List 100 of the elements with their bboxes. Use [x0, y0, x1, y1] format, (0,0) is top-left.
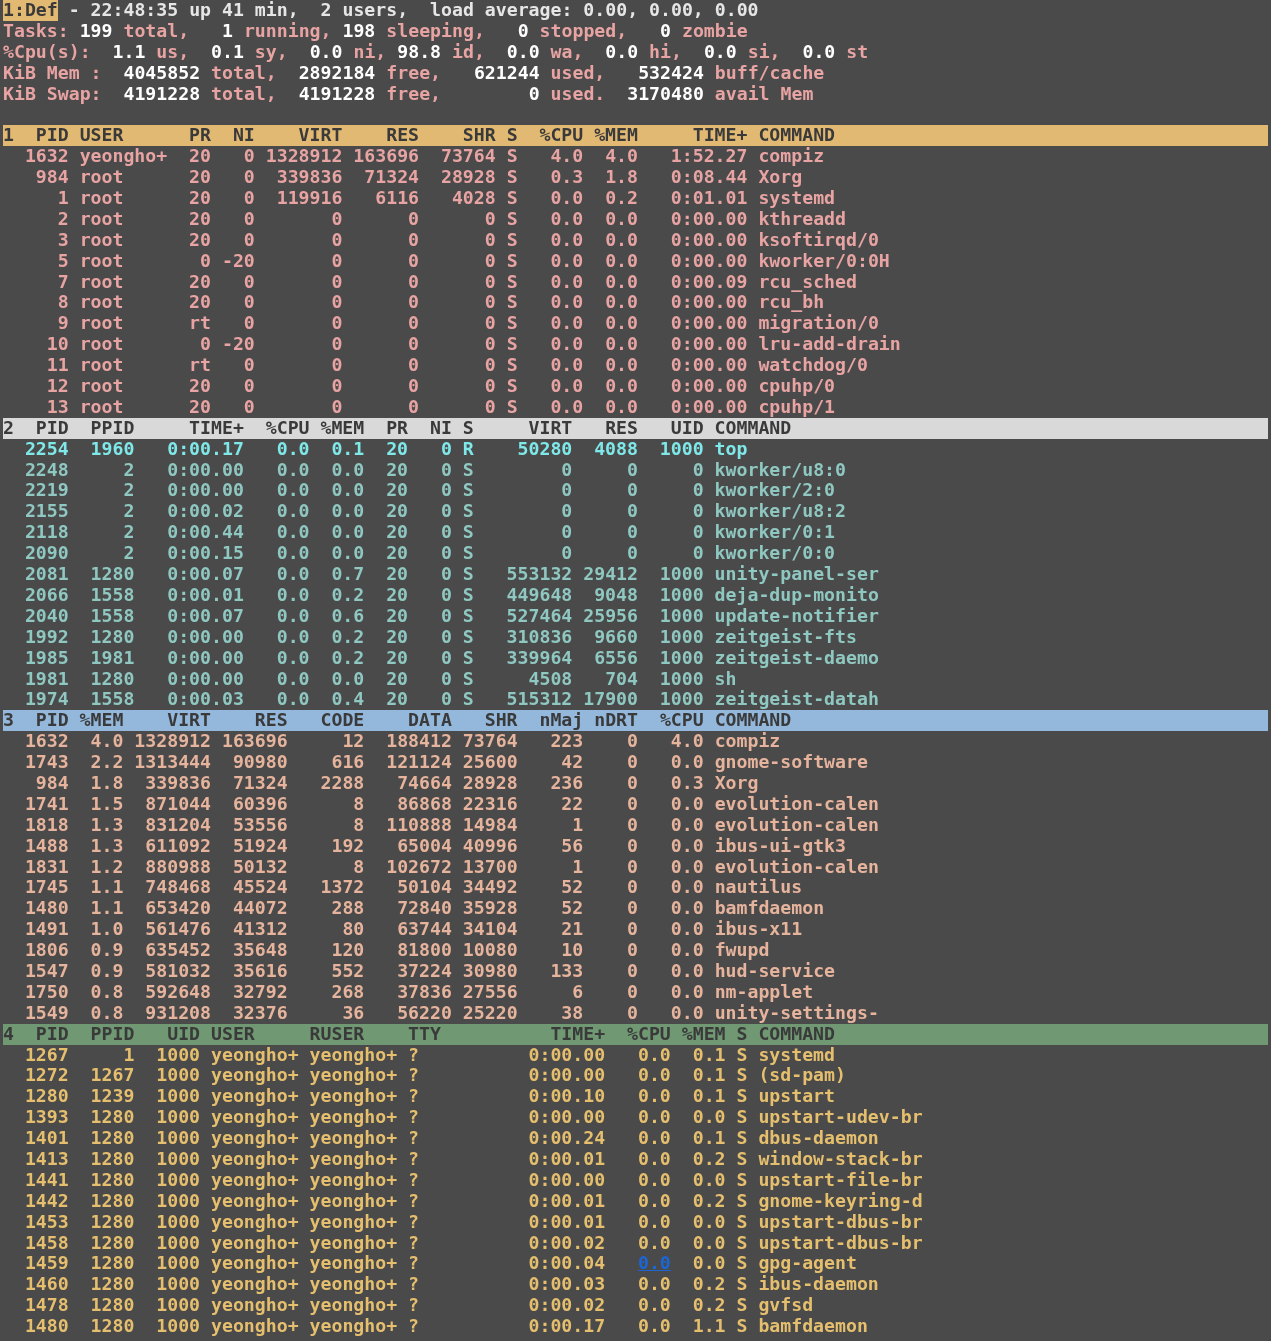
- table-cell-text: 20: [385, 480, 409, 502]
- table-cell-text: ?: [408, 1086, 420, 1108]
- table-cell: yeongho+: [211, 1107, 299, 1129]
- column-header: PR: [188, 125, 211, 147]
- table-cell-text: 0: [407, 208, 420, 230]
- column-header: PPID: [89, 417, 135, 439]
- table-cell-text: 0.0: [549, 188, 584, 209]
- table-cell-text: root: [79, 167, 125, 189]
- table-cell-text: 0: [691, 459, 704, 481]
- table-cell: S: [736, 1211, 748, 1233]
- window-label: 1:Def: [3, 0, 58, 21]
- table-cell-text: 0: [439, 626, 452, 648]
- table-cell-text: 0.0: [275, 543, 310, 565]
- table-cell-text: 20: [385, 522, 409, 544]
- summary-line: Tasks: 199 total, 1 running, 198 sleeping, 0 stopped, 0 zombie: [3, 20, 748, 42]
- table-cell: 1745: [24, 877, 69, 899]
- table-cell-text: 8: [352, 793, 365, 815]
- table-cell-text: 0.0: [275, 584, 310, 606]
- table-cell-text: 1981: [89, 647, 135, 669]
- table-cell: S: [506, 229, 518, 251]
- table-cell-text: 0: [626, 731, 638, 753]
- table-cell-text: 1280: [89, 1232, 135, 1254]
- table-cell-text: 0: [242, 355, 255, 377]
- table-cell-text: 0: [626, 877, 638, 899]
- table-cell-text: 0: [626, 919, 638, 941]
- table-cell-text: 0:00.02: [166, 501, 244, 523]
- table-cell-text: 0.0: [275, 689, 310, 711]
- table-cell: 2066: [24, 584, 69, 606]
- table-cell-text: 616: [330, 752, 365, 773]
- table-cell: Xorg: [758, 167, 803, 189]
- table-cell-text: 1313444: [133, 752, 211, 773]
- table-cell-text: 1328912: [133, 731, 211, 753]
- table-cell: S: [736, 1253, 748, 1275]
- table-cell: 1549: [24, 1002, 69, 1024]
- table-cell: gpg-agent: [758, 1253, 857, 1275]
- column-header: NI: [231, 125, 255, 147]
- table-cell-text: 1000: [658, 689, 704, 711]
- column-header: USER: [79, 125, 125, 147]
- table-cell-text: 0.0: [691, 1169, 726, 1191]
- table-cell-text: 0:00.00: [669, 376, 748, 397]
- table-cell: S: [736, 1128, 748, 1149]
- table-cell-text: 0.0: [669, 793, 704, 815]
- table-cell-text: 20: [385, 501, 409, 523]
- table-cell: 1460: [24, 1274, 69, 1296]
- table-cell: S: [506, 313, 518, 335]
- table-cell-text: 0: [330, 229, 343, 251]
- table-cell: yeongho+: [309, 1232, 398, 1254]
- table-cell-text: 0.2: [691, 1295, 726, 1317]
- table-cell-text: 12: [45, 376, 69, 397]
- table-cell-text: root: [79, 271, 125, 293]
- table-cell-text: 0.0: [549, 376, 584, 397]
- table-cell-text: 9048: [593, 584, 638, 606]
- table-cell-text: 0.0: [330, 459, 365, 481]
- table-cell-text: 0.0: [275, 480, 310, 502]
- table-cell: hud-service: [714, 960, 836, 982]
- table-cell-text: 1328912: [264, 146, 343, 168]
- column-header: nMaj: [538, 710, 584, 732]
- table-cell: S: [462, 689, 474, 711]
- table-cell-text: 1: [122, 1044, 135, 1066]
- table-cell-text: 20: [385, 543, 409, 565]
- table-cell-text: 8: [352, 856, 365, 878]
- table-cell-text: 37836: [396, 981, 452, 1003]
- table-cell-text: 0.3: [549, 167, 584, 189]
- table-cell: S: [462, 626, 474, 648]
- table-cell-text: 0: [483, 313, 496, 335]
- table-cell-text: 0: [483, 208, 496, 230]
- table-cell-text: 0: [483, 334, 496, 356]
- table-cell-text: ?: [408, 1232, 420, 1254]
- table-cell-text: 0:00.00: [527, 1065, 606, 1087]
- table-cell-text: 0: [242, 208, 255, 230]
- table-cell: ibus-ui-gtk3: [714, 835, 847, 857]
- table-cell-text: root: [79, 229, 125, 251]
- table-cell: kworker/0:1: [714, 522, 836, 544]
- table-cell-text: 1000: [155, 1274, 201, 1296]
- table-cell: yeongho+: [309, 1149, 398, 1170]
- table-cell-text: 0.0: [330, 522, 365, 544]
- table-cell-text: 0: [439, 584, 452, 606]
- table-cell-text: 11: [45, 355, 69, 377]
- table-cell: yeongho+: [211, 1128, 299, 1149]
- table-cell-text: 0.0: [275, 564, 310, 585]
- column-header: S: [506, 125, 518, 147]
- table-cell-text: 0.0: [636, 1065, 671, 1087]
- link[interactable]: 0.0: [605, 1253, 671, 1275]
- table-cell-text: 0.2: [330, 584, 365, 606]
- table-cell-text: 0: [626, 501, 638, 523]
- table-cell-text: 1280: [89, 564, 135, 585]
- table-cell: 2155: [24, 501, 69, 523]
- table-cell-text: 0:00.00: [669, 334, 748, 356]
- table-cell-text: 0.0: [604, 396, 638, 418]
- table-cell: yeongho+: [211, 1211, 299, 1233]
- table-cell-text: 0.0: [669, 940, 704, 961]
- table-cell: window-stack-br: [758, 1149, 923, 1170]
- column-header: COMMAND: [758, 125, 836, 147]
- table-cell-text: 0.1: [330, 438, 365, 460]
- table-cell-text: 223: [549, 731, 584, 753]
- table-cell-text: root: [79, 292, 125, 314]
- table-cell: ibus-x11: [714, 919, 803, 941]
- table-cell-text: 1280: [89, 668, 135, 690]
- table-cell-text: 0.0: [691, 1232, 726, 1254]
- table-cell-text: 1.1: [89, 877, 124, 899]
